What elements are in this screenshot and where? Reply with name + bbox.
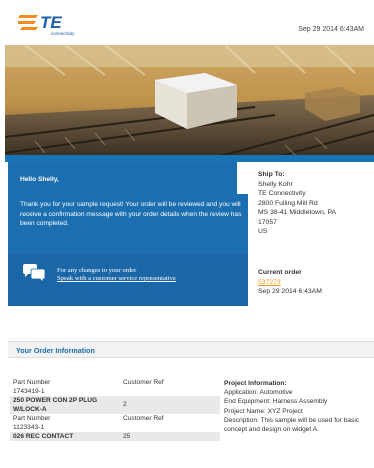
part-quantity: 2 [123,401,127,408]
table-header-row: Part Number Customer Ref [10,414,220,423]
table-row: 250 POWER CON 2P PLUG W/LOCK-A 2 [10,396,220,414]
ship-to-title: Ship To: [258,171,285,178]
column-header-part-number: Part Number [13,415,51,422]
logo-brand-text: TE [40,13,62,32]
ship-to-line: TE Connectivity [258,190,306,197]
part-description: 250 POWER CON 2P PLUG W/LOCK-A [13,397,98,413]
project-info-block: Project Information: Application: Automo… [224,379,372,434]
project-end-equipment: End Equipment: Harness Assembly [224,398,328,406]
part-number: 1123343-1 [13,424,45,431]
part-quantity: 25 [123,433,131,440]
message-body-text: Thank you for your sample request! Your … [20,201,242,227]
part-description: 026 REC CONTACT [13,433,74,440]
ship-to-line: MS 38-41 Middletown, PA [258,209,337,216]
current-order-block: Current order 537273 Sep 29 2014 6:43AM [258,268,370,297]
part-number: 1743419-1 [13,388,45,395]
project-application: Application: Automotive [224,389,293,397]
logo-sub-text: connectivity [51,31,75,36]
order-date: Sep 29 2014 6:43AM [258,288,322,295]
contact-intro-text: For any changes to your order [57,267,137,274]
message-panel: Hello Shelly, Thank you for your sample … [8,162,248,254]
table-row: 026 REC CONTACT 25 [10,432,220,441]
hero-warehouse-image [5,45,374,160]
ship-to-line: US [258,228,268,235]
ship-to-line: 2800 Fulling Mill Rd [258,199,318,207]
email-header: TE connectivity Sep 29 2014 6:43AM [0,0,374,45]
project-description: Description: This sample will be used fo… [224,416,360,434]
project-name: Project Name: XYZ Project [224,407,303,415]
project-info-title: Project Information: [224,380,287,387]
column-header-part-number: Part Number [13,379,51,386]
order-items-table: Part Number Customer Ref 1743419-1 250 P… [10,378,220,441]
column-header-customer-ref: Customer Ref [123,379,164,386]
hero-blue-strip [5,155,374,162]
chat-bubbles-icon [23,264,46,283]
header-date: Sep 29 2014 6:43AM [298,26,364,33]
te-connectivity-logo: TE connectivity [18,13,75,36]
table-header-row: Part Number Customer Ref [10,378,220,387]
customer-service-link[interactable]: Speak with a customer service representa… [57,275,176,282]
order-info-section-bar: Your Order Information [8,341,374,358]
table-row: 1123343-1 [10,423,220,432]
current-order-title: Current order [258,269,302,276]
contact-panel: For any changes to your order Speak with… [8,254,248,306]
message-panel-tab [237,162,248,194]
ship-to-block: Ship To: Shelly Kohr TE Connectivity 280… [258,170,370,237]
greeting-text: Hello Shelly, [20,176,59,183]
table-row: 1743419-1 [10,387,220,396]
column-header-customer-ref: Customer Ref [123,415,164,422]
order-number-link[interactable]: 537273 [258,278,370,288]
ship-to-line: 17057 [258,218,277,226]
ship-to-line: Shelly Kohr [258,180,293,188]
section-title: Your Order Information [16,346,95,355]
